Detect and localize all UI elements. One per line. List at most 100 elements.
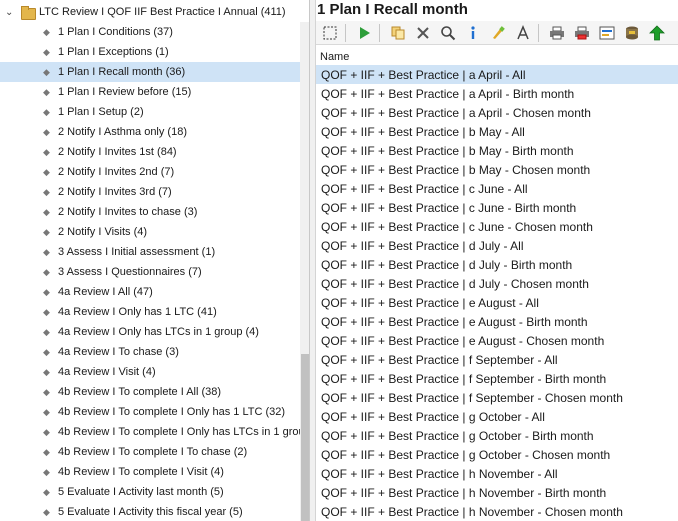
upload-button[interactable] <box>646 22 668 44</box>
tree-item-label: 4a Review I To chase (3) <box>58 346 179 358</box>
tree-bullet-icon: ◆ <box>43 367 50 377</box>
tree-item-label: 1 Plan I Setup (2) <box>58 106 144 118</box>
font-button[interactable] <box>512 22 534 44</box>
tree-item-label: 4b Review I To complete I Visit (4) <box>58 466 224 478</box>
tree-bullet-icon: ◆ <box>43 467 50 477</box>
list-item[interactable]: QOF + IIF + Best Practice | f September … <box>316 350 678 369</box>
tree-scrollbar[interactable] <box>300 22 309 521</box>
list-item[interactable]: QOF + IIF + Best Practice | f September … <box>316 388 678 407</box>
tree-item[interactable]: ◆ 2 Notify I Invites 1st (84) <box>0 142 300 162</box>
list-item[interactable]: QOF + IIF + Best Practice | e August - B… <box>316 312 678 331</box>
tree-item-label: 4a Review I Only has LTCs in 1 group (4) <box>58 326 259 338</box>
list-item[interactable]: QOF + IIF + Best Practice | h November -… <box>316 464 678 483</box>
tree-item[interactable]: ◆ 4a Review I Only has LTCs in 1 group (4… <box>0 322 300 342</box>
list-item[interactable]: QOF + IIF + Best Practice | d July - Bir… <box>316 255 678 274</box>
list-item[interactable]: QOF + IIF + Best Practice | b May - All <box>316 122 678 141</box>
tree-item[interactable]: ◆ 1 Plan I Review before (15) <box>0 82 300 102</box>
list-item[interactable]: QOF + IIF + Best Practice | e August - A… <box>316 293 678 312</box>
tree-item[interactable]: ◆ 4b Review I To complete I All (38) <box>0 382 300 402</box>
list-item[interactable]: QOF + IIF + Best Practice | g October - … <box>316 445 678 464</box>
tree-bullet-icon: ◆ <box>43 447 50 457</box>
tree-item[interactable]: ◆ 1 Plan I Setup (2) <box>0 102 300 122</box>
print-preview-button[interactable] <box>571 22 593 44</box>
tree-item[interactable]: ◆ 2 Notify I Asthma only (18) <box>0 122 300 142</box>
list-item[interactable]: QOF + IIF + Best Practice | h November -… <box>316 483 678 502</box>
tree-item[interactable]: ◆ 4b Review I To complete I To chase (2) <box>0 442 300 462</box>
list-item[interactable]: QOF + IIF + Best Practice | c June - Cho… <box>316 217 678 236</box>
tree-list: ◆ 1 Plan I Conditions (37) ◆ 1 Plan I Excep… <box>0 22 300 521</box>
tree-item[interactable]: ◆ 2 Notify I Invites 2nd (7) <box>0 162 300 182</box>
copy-button[interactable] <box>387 22 409 44</box>
tree-bullet-icon: ◆ <box>43 127 50 137</box>
info-button[interactable] <box>462 22 484 44</box>
tree-item-label: 3 Assess I Initial assessment (1) <box>58 246 216 258</box>
tree-item[interactable]: ◆ 2 Notify I Visits (4) <box>0 222 300 242</box>
highlight-button[interactable] <box>487 22 509 44</box>
delete-button[interactable] <box>412 22 434 44</box>
list-item[interactable]: QOF + IIF + Best Practice | b May - Chos… <box>316 160 678 179</box>
list-item[interactable]: QOF + IIF + Best Practice | d July - Cho… <box>316 274 678 293</box>
list-item[interactable]: QOF + IIF + Best Practice | c June - All <box>316 179 678 198</box>
tree-item[interactable]: ◆ 3 Assess I Initial assessment (1) <box>0 242 300 262</box>
tree-item-label: 5 Evaluate I Activity last month (5) <box>58 486 224 498</box>
tree-item[interactable]: ◆ 1 Plan I Recall month (36) <box>0 62 300 82</box>
list-item[interactable]: QOF + IIF + Best Practice | a April - Ch… <box>316 103 678 122</box>
tree-item-label: 2 Notify I Invites 3rd (7) <box>58 186 172 198</box>
tree-item[interactable]: ◆ 4b Review I To complete I Only has LTCs… <box>0 422 300 442</box>
report-list: QOF + IIF + Best Practice | a April - Al… <box>316 65 678 521</box>
print-button[interactable] <box>546 22 568 44</box>
list-item[interactable]: QOF + IIF + Best Practice | b May - Birt… <box>316 141 678 160</box>
list-item[interactable]: QOF + IIF + Best Practice | e August - C… <box>316 331 678 350</box>
list-item[interactable]: QOF + IIF + Best Practice | c June - Bir… <box>316 198 678 217</box>
tree-item-label: 1 Plan I Recall month (36) <box>58 66 186 78</box>
tree-item-label: 3 Assess I Questionnaires (7) <box>58 266 202 278</box>
list-item[interactable]: QOF + IIF + Best Practice | a April - Al… <box>316 65 678 84</box>
tree-item-label: 2 Notify I Invites 1st (84) <box>58 146 177 158</box>
tree-item[interactable]: ◆ 4b Review I To complete I Visit (4) <box>0 462 300 482</box>
copy-icon <box>391 26 405 39</box>
run-button[interactable] <box>353 22 375 44</box>
select-all-button[interactable] <box>319 22 341 44</box>
tree-item-label: 1 Plan I Review before (15) <box>58 86 192 98</box>
tree-item[interactable]: ◆ 2 Notify I Invites to chase (3) <box>0 202 300 222</box>
tree-item[interactable]: ◆ 5 Evaluate I Activity last month (5) <box>0 482 300 502</box>
list-item[interactable]: QOF + IIF + Best Practice | g October - … <box>316 407 678 426</box>
info-icon <box>471 25 475 39</box>
tree-item[interactable]: ◆ 1 Plan I Conditions (37) <box>0 22 300 42</box>
list-item[interactable]: QOF + IIF + Best Practice | g October - … <box>316 426 678 445</box>
search-button[interactable] <box>437 22 459 44</box>
tree-item[interactable]: ◆ 3 Assess I Questionnaires (7) <box>0 262 300 282</box>
export-button[interactable] <box>596 22 618 44</box>
tree-item[interactable]: ◆ 5 Evaluate I Activity this fiscal year … <box>0 502 300 521</box>
tree-root[interactable]: ⌄ LTC Review I QOF IIF Best Practice I A… <box>0 2 309 22</box>
export-icon <box>599 26 615 39</box>
select-all-icon <box>323 26 337 39</box>
tree-item[interactable]: ◆ 4a Review I To chase (3) <box>0 342 300 362</box>
tree-bullet-icon: ◆ <box>43 487 50 497</box>
list-item[interactable]: QOF + IIF + Best Practice | h November -… <box>316 502 678 521</box>
list-item[interactable]: QOF + IIF + Best Practice | d July - All <box>316 236 678 255</box>
tree-item[interactable]: ◆ 2 Notify I Invites 3rd (7) <box>0 182 300 202</box>
tree-scrollbar-thumb[interactable] <box>301 354 309 521</box>
toolbar <box>316 21 678 45</box>
upload-icon <box>649 24 665 40</box>
tree-item[interactable]: ◆ 4b Review I To complete I Only has 1 LT… <box>0 402 300 422</box>
font-icon <box>517 24 529 39</box>
chevron-down-icon[interactable]: ⌄ <box>5 7 19 18</box>
database-button[interactable] <box>621 22 643 44</box>
tree-item[interactable]: ◆ 4a Review I All (47) <box>0 282 300 302</box>
tree-item-label: 1 Plan I Exceptions (1) <box>58 46 169 58</box>
search-icon <box>441 25 456 40</box>
database-icon <box>626 26 638 39</box>
tree-bullet-icon: ◆ <box>43 107 50 117</box>
list-item[interactable]: QOF + IIF + Best Practice | f September … <box>316 369 678 388</box>
list-item[interactable]: QOF + IIF + Best Practice | a April - Bi… <box>316 84 678 103</box>
tree-item-label: 1 Plan I Conditions (37) <box>58 26 173 38</box>
tree-item[interactable]: ◆ 4a Review I Visit (4) <box>0 362 300 382</box>
tree-item[interactable]: ◆ 4a Review I Only has 1 LTC (41) <box>0 302 300 322</box>
tree-item[interactable]: ◆ 1 Plan I Exceptions (1) <box>0 42 300 62</box>
panel-title: 1 Plan I Recall month <box>317 1 468 18</box>
column-header-name[interactable]: Name <box>316 51 349 63</box>
tree-bullet-icon: ◆ <box>43 147 50 157</box>
column-header-row: Name <box>316 48 678 66</box>
